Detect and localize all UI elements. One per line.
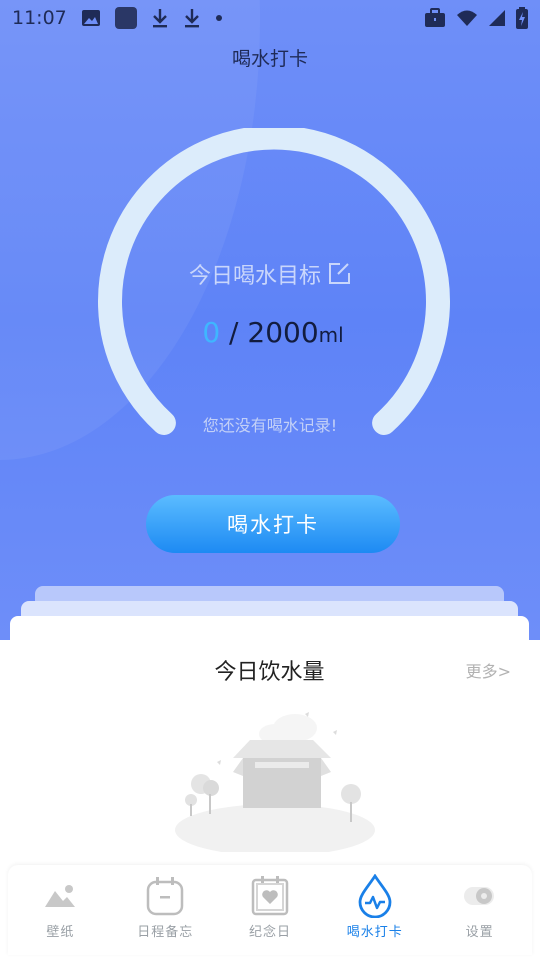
no-record-text: 您还没有喝水记录! bbox=[202, 416, 338, 435]
status-time: 11:07 bbox=[12, 7, 67, 29]
status-bar: 11:07 bbox=[0, 0, 540, 36]
intake-card-title: 今日饮水量 bbox=[214, 660, 325, 685]
mountain-icon bbox=[45, 885, 76, 907]
battery-charging-icon bbox=[516, 7, 528, 29]
page-title: 喝水打卡 bbox=[231, 48, 308, 70]
goal-separator: / bbox=[220, 316, 248, 349]
heart-calendar-icon bbox=[251, 876, 289, 916]
goal-unit: ml bbox=[318, 323, 344, 347]
calendar-icon bbox=[146, 877, 184, 916]
image-icon bbox=[81, 10, 100, 26]
edit-icon[interactable] bbox=[327, 262, 351, 286]
tab-anniversary[interactable]: 纪念日 bbox=[218, 865, 323, 955]
app-notification-icon bbox=[114, 7, 137, 29]
empty-box-illustration bbox=[175, 712, 375, 852]
download-icon bbox=[184, 9, 199, 28]
goal-label: 今日喝水目标 bbox=[188, 264, 321, 289]
gear-icon bbox=[463, 887, 494, 905]
goal-value: 0 / 2000ml bbox=[0, 316, 540, 349]
more-link[interactable]: 更多> bbox=[466, 658, 511, 682]
water-drop-pulse-icon bbox=[358, 874, 392, 918]
goal-target: 2000 bbox=[247, 316, 319, 349]
dot-icon bbox=[215, 15, 222, 21]
bottom-tab-bar: 壁纸 日程备忘 纪念日 喝水打卡 设置 bbox=[8, 865, 532, 955]
wifi-icon bbox=[457, 10, 477, 26]
download-icon bbox=[152, 9, 167, 28]
tab-label: 纪念日 bbox=[248, 925, 291, 940]
briefcase-icon bbox=[425, 8, 445, 27]
tab-wallpaper[interactable]: 壁纸 bbox=[8, 865, 113, 955]
signal-icon bbox=[489, 10, 505, 26]
tab-label: 设置 bbox=[465, 925, 494, 940]
tab-label: 喝水打卡 bbox=[346, 925, 403, 940]
tab-label: 壁纸 bbox=[46, 925, 75, 940]
goal-label-row: 今日喝水目标 bbox=[0, 258, 540, 290]
tab-settings[interactable]: 设置 bbox=[427, 865, 532, 955]
checkin-button[interactable]: 喝水打卡 bbox=[146, 495, 400, 553]
tab-label: 日程备忘 bbox=[137, 925, 194, 940]
current-intake: 0 bbox=[202, 316, 221, 349]
tab-schedule[interactable]: 日程备忘 bbox=[113, 865, 218, 955]
tab-water-checkin[interactable]: 喝水打卡 bbox=[322, 865, 427, 955]
